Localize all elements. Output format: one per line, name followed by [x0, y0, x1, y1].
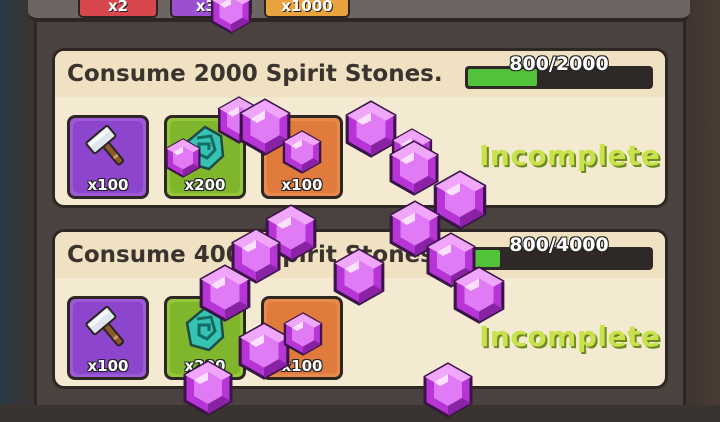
task-title: Consume 2000 Spirit Stones.	[67, 61, 443, 87]
task-progress-text: 800/2000	[509, 53, 609, 75]
hammer-icon	[85, 125, 125, 166]
reward-qty: x100	[281, 176, 323, 194]
spirit-stone-gem	[180, 360, 236, 416]
reward-slot-hammer[interactable]: x100	[67, 296, 149, 380]
top-reward-qty: x2	[107, 0, 129, 15]
top-reward-strip: x2 x30 x1000	[28, 0, 690, 22]
spirit-stone-gem	[163, 138, 203, 178]
spirit-stone-gem	[450, 266, 508, 324]
background-right	[680, 0, 720, 405]
top-reward-chip[interactable]: x1000	[264, 0, 350, 18]
task-status: Incomplete	[479, 139, 661, 172]
top-reward-chip[interactable]: x2	[78, 0, 158, 18]
reward-slot-hammer[interactable]: x100	[67, 115, 149, 199]
task-progress-text: 800/4000	[509, 234, 609, 256]
spirit-stone-gem	[281, 312, 325, 356]
spirit-stone-gem	[196, 264, 254, 322]
background-left	[0, 0, 34, 405]
spirit-stone-gem	[280, 130, 324, 174]
task-progress-bar: 800/2000	[465, 53, 653, 89]
spirit-stone-gem	[420, 362, 476, 418]
hammer-icon	[85, 306, 125, 347]
top-reward-qty: x1000	[281, 0, 333, 15]
spirit-stone-gem	[208, 0, 254, 34]
task-status: Incomplete	[479, 320, 661, 353]
reward-qty: x100	[87, 357, 129, 375]
reward-qty: x100	[87, 176, 129, 194]
reward-qty: x200	[184, 176, 226, 194]
spirit-stone-gem	[330, 248, 388, 306]
